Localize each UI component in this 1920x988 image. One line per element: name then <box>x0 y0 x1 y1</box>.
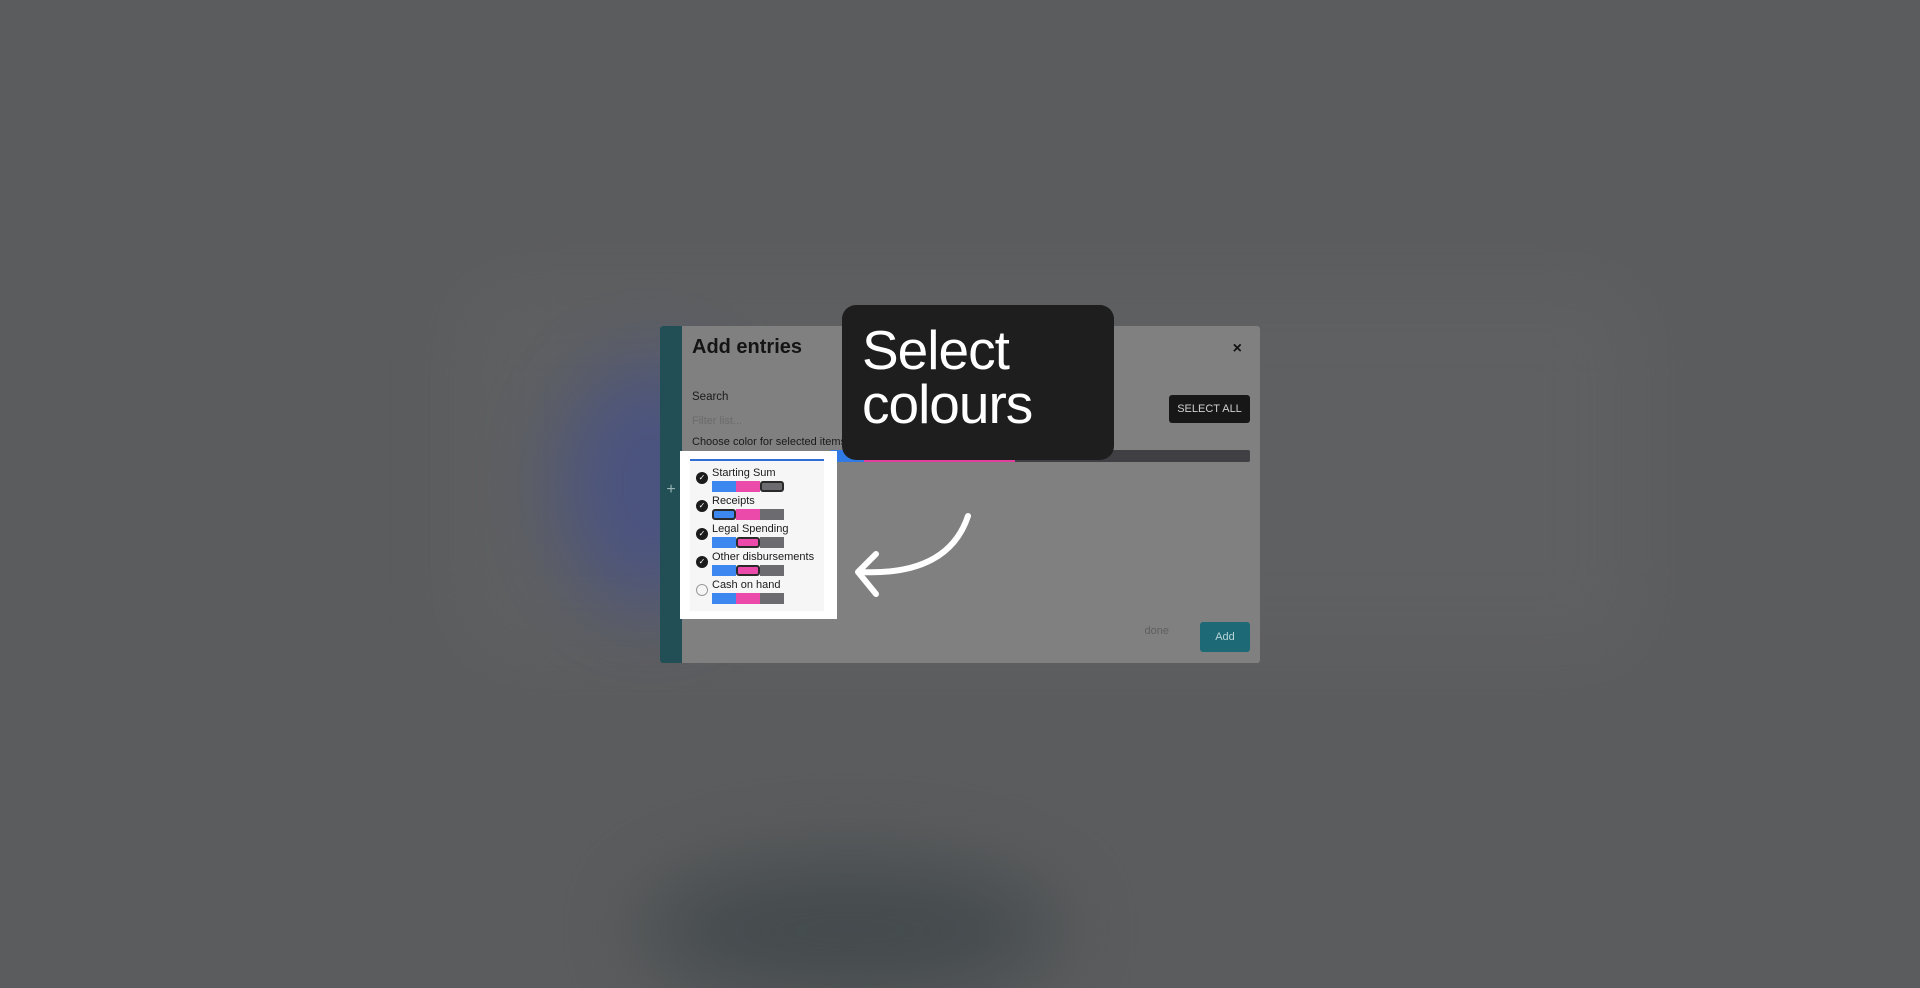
tooltip-callout: Select colours <box>842 305 1114 460</box>
color-swatch[interactable] <box>712 509 736 520</box>
color-swatch[interactable] <box>736 509 760 520</box>
arrow-icon <box>855 513 971 597</box>
entries-list: ✓ Starting Sum ✓ Receipts ✓ Legal Spending ✓ Ot… <box>690 459 824 611</box>
color-swatch-group <box>712 565 784 576</box>
checkmark-icon[interactable]: ✓ <box>696 528 708 540</box>
color-swatch-group <box>712 481 784 492</box>
entry-label: Starting Sum <box>712 467 776 479</box>
checkmark-icon[interactable]: ✓ <box>696 472 708 484</box>
entry-label: Receipts <box>712 495 755 507</box>
color-swatch[interactable] <box>760 481 784 492</box>
color-swatch-group <box>712 537 784 548</box>
dialog-title: Add entries <box>692 336 803 358</box>
done-button[interactable]: done <box>1139 624 1175 638</box>
color-swatch[interactable] <box>712 565 736 576</box>
unchecked-circle-icon[interactable] <box>696 584 708 596</box>
dialog-side-strip: + <box>660 326 682 663</box>
color-swatch[interactable] <box>760 537 784 548</box>
select-all-button[interactable]: SELECT ALL <box>1169 395 1250 423</box>
list-item[interactable]: Cash on hand <box>690 578 824 606</box>
color-swatch[interactable] <box>712 481 736 492</box>
callout-text: Select colours <box>862 319 1033 435</box>
search-label: Search <box>692 391 729 403</box>
color-swatch[interactable] <box>712 537 736 548</box>
color-swatch[interactable] <box>760 565 784 576</box>
list-item[interactable]: ✓ Receipts <box>690 494 824 522</box>
list-item[interactable]: ✓ Legal Spending <box>690 522 824 550</box>
color-swatch[interactable] <box>760 593 784 604</box>
entry-label: Other disbursements <box>712 551 815 563</box>
color-choice-label: Choose color for selected items <box>692 436 847 448</box>
list-item[interactable]: ✓ Other disbursements <box>690 550 824 578</box>
entries-list-highlight: ✓ Starting Sum ✓ Receipts ✓ Legal Spending ✓ Ot… <box>680 451 837 619</box>
color-swatch[interactable] <box>736 481 760 492</box>
color-swatch-group <box>712 593 784 604</box>
add-button[interactable]: Add <box>1200 622 1250 652</box>
checkmark-icon[interactable]: ✓ <box>696 556 708 568</box>
plus-icon[interactable]: + <box>660 481 682 499</box>
background-blur-bottom <box>640 860 1060 988</box>
color-swatch[interactable] <box>736 537 760 548</box>
color-swatch[interactable] <box>736 565 760 576</box>
entry-label: Cash on hand <box>712 579 781 591</box>
color-swatch[interactable] <box>736 593 760 604</box>
color-swatch-group <box>712 509 784 520</box>
list-item[interactable]: ✓ Starting Sum <box>690 466 824 494</box>
entry-label: Legal Spending <box>712 523 789 535</box>
close-button[interactable]: × <box>1233 340 1242 358</box>
color-swatch[interactable] <box>760 509 784 520</box>
checkmark-icon[interactable]: ✓ <box>696 500 708 512</box>
color-swatch[interactable] <box>712 593 736 604</box>
